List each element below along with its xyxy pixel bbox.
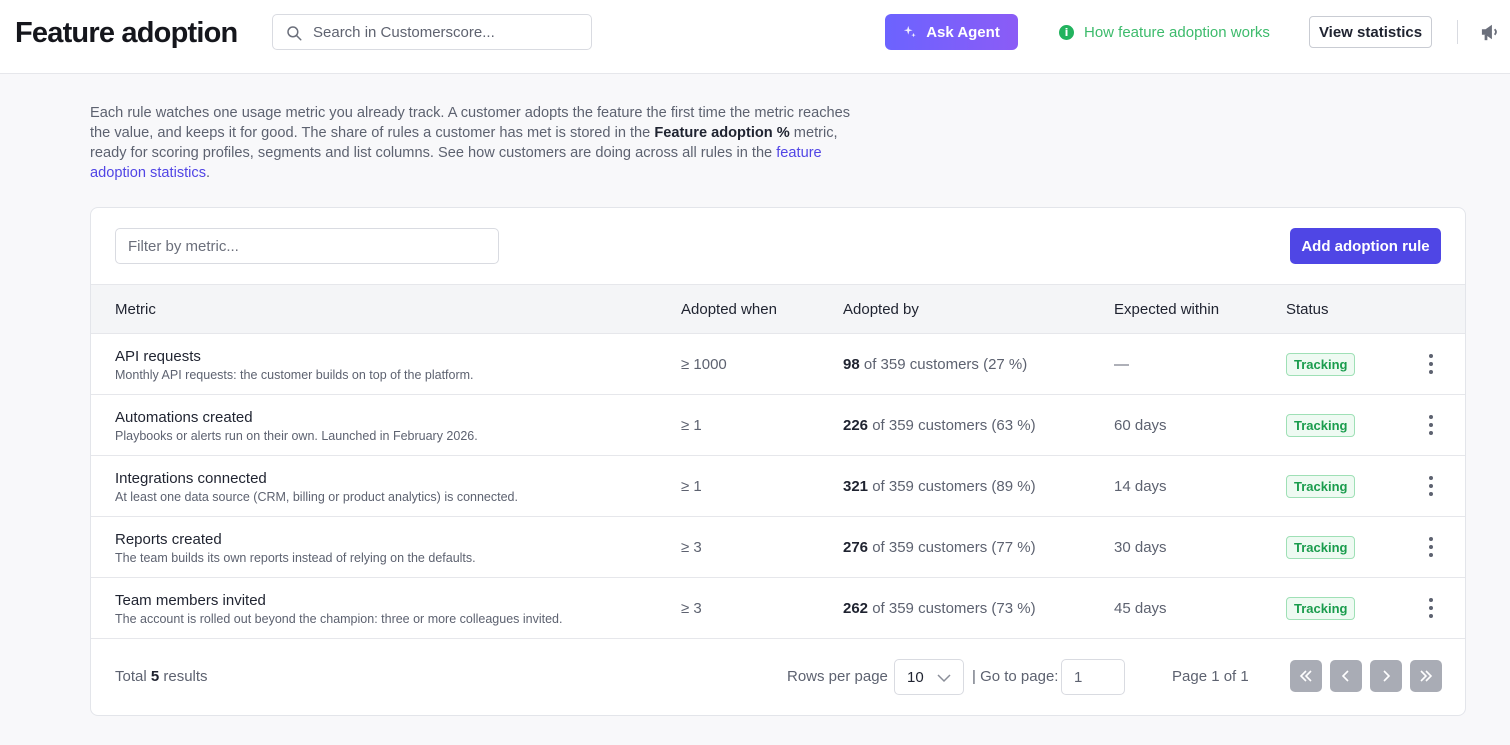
metric-description: The account is rolled out beyond the cha… xyxy=(115,612,563,626)
top-bar: Feature adoption Ask Agent i How feature… xyxy=(0,0,1510,74)
adopted-by: 262 of 359 customers (73 %) xyxy=(843,600,1036,618)
adopted-total: of 359 customers (77 %) xyxy=(868,539,1036,556)
adopted-count: 226 xyxy=(843,417,869,434)
kebab-menu-icon[interactable] xyxy=(1421,352,1441,376)
adopted-by: 276 of 359 customers (77 %) xyxy=(843,539,1036,557)
status-badge: Tracking xyxy=(1286,353,1356,376)
feature-adoption-metric-name: Feature adoption % xyxy=(654,125,790,141)
rows-per-page-value: 10 xyxy=(907,669,924,686)
chevron-right-icon xyxy=(1383,670,1391,682)
adopted-by: 226 of 359 customers (63 %) xyxy=(843,417,1036,435)
adopted-total: of 359 customers (89 %) xyxy=(868,478,1036,495)
adopted-when: ≥ 1000 xyxy=(681,356,727,373)
total-prefix: Total xyxy=(115,668,151,685)
kebab-menu-icon[interactable] xyxy=(1421,535,1441,559)
total-suffix: results xyxy=(159,668,208,685)
rows-per-page-label: Rows per page xyxy=(787,668,888,685)
next-page-button[interactable] xyxy=(1370,660,1402,692)
expected-within: 60 days xyxy=(1114,417,1167,434)
metric-name: API requests xyxy=(115,348,201,365)
column-header-metric[interactable]: Metric xyxy=(115,301,156,319)
megaphone-icon[interactable] xyxy=(1480,22,1502,42)
column-header-status[interactable]: Status xyxy=(1286,301,1329,319)
intro-text: Each rule watches one usage metric you a… xyxy=(90,103,870,183)
go-to-page-input[interactable] xyxy=(1061,659,1125,695)
rows-per-page-select[interactable]: 10 xyxy=(894,659,964,695)
adopted-when: ≥ 3 xyxy=(681,539,702,556)
filter-by-metric-input[interactable] xyxy=(115,228,499,264)
search-input[interactable] xyxy=(313,15,583,49)
add-adoption-rule-button[interactable]: Add adoption rule xyxy=(1290,228,1441,264)
view-statistics-button[interactable]: View statistics xyxy=(1309,16,1432,48)
adopted-total: of 359 customers (27 %) xyxy=(859,356,1028,373)
adopted-count: 276 xyxy=(843,539,869,556)
total-count: 5 xyxy=(150,668,160,685)
adopted-by: 321 of 359 customers (89 %) xyxy=(843,478,1036,496)
double-chevron-right-icon xyxy=(1420,670,1433,682)
metric-description: At least one data source (CRM, billing o… xyxy=(115,490,518,504)
metric-description: The team builds its own reports instead … xyxy=(115,551,476,565)
previous-page-button[interactable] xyxy=(1330,660,1362,692)
go-to-page-label: | Go to page: xyxy=(972,668,1059,685)
column-header-adopted-when[interactable]: Adopted when xyxy=(681,301,777,319)
expected-within: 14 days xyxy=(1114,478,1167,495)
search-icon xyxy=(287,26,302,41)
chevron-down-icon xyxy=(937,674,951,683)
page-title: Feature adoption xyxy=(15,17,238,49)
adopted-when: ≥ 1 xyxy=(681,417,702,434)
intro-end: . xyxy=(206,165,211,181)
kebab-menu-icon[interactable] xyxy=(1421,596,1441,620)
metric-description: Monthly API requests: the customer build… xyxy=(115,368,474,382)
column-header-adopted-by[interactable]: Adopted by xyxy=(843,301,919,319)
expected-within: 30 days xyxy=(1114,539,1167,556)
kebab-menu-icon[interactable] xyxy=(1421,413,1441,437)
chevron-left-icon xyxy=(1341,670,1349,682)
expected-within: 45 days xyxy=(1114,600,1167,617)
how-link-label: How feature adoption works xyxy=(1084,23,1270,41)
ask-agent-label: Ask Agent xyxy=(926,23,1000,41)
table-row[interactable]: Integrations connected At least one data … xyxy=(91,456,1465,517)
table-row[interactable]: Team members invited The account is rolle… xyxy=(91,578,1465,639)
metric-description: Playbooks or alerts run on their own. La… xyxy=(115,429,478,443)
metric-name: Reports created xyxy=(115,531,222,548)
expected-within: — xyxy=(1114,356,1129,373)
how-feature-adoption-works-link[interactable]: i How feature adoption works xyxy=(1059,22,1270,42)
page-indicator: Page 1 of 1 xyxy=(1172,668,1249,685)
double-chevron-left-icon xyxy=(1299,670,1312,682)
adopted-total: of 359 customers (73 %) xyxy=(868,600,1036,617)
last-page-button[interactable] xyxy=(1410,660,1442,692)
status-badge: Tracking xyxy=(1286,536,1356,559)
first-page-button[interactable] xyxy=(1290,660,1322,692)
adopted-when: ≥ 3 xyxy=(681,600,702,617)
metric-name: Automations created xyxy=(115,409,253,426)
divider xyxy=(1457,20,1458,44)
metric-name: Integrations connected xyxy=(115,470,267,487)
adoption-rules-card: Add adoption rule Metric Adopted when Ad… xyxy=(90,207,1466,716)
global-search[interactable] xyxy=(272,14,592,50)
table-row[interactable]: Automations created Playbooks or alerts r… xyxy=(91,395,1465,456)
adopted-by: 98 of 359 customers (27 %) xyxy=(843,356,1027,374)
ask-agent-button[interactable]: Ask Agent xyxy=(885,14,1018,50)
adopted-when: ≥ 1 xyxy=(681,478,702,495)
total-results: Total 5 results xyxy=(115,668,208,685)
status-badge: Tracking xyxy=(1286,597,1356,620)
sparkle-icon xyxy=(904,25,916,38)
table-row[interactable]: Reports created The team builds its own r… xyxy=(91,517,1465,578)
adopted-total: of 359 customers (63 %) xyxy=(868,417,1036,434)
info-icon: i xyxy=(1059,24,1074,40)
column-header-expected-within[interactable]: Expected within xyxy=(1114,301,1219,319)
kebab-menu-icon[interactable] xyxy=(1421,474,1441,498)
status-badge: Tracking xyxy=(1286,475,1356,498)
adopted-count: 98 xyxy=(843,356,860,373)
metric-name: Team members invited xyxy=(115,592,266,609)
adopted-count: 262 xyxy=(843,600,869,617)
table-header: Metric Adopted when Adopted by Expected … xyxy=(91,284,1465,334)
table-row[interactable]: API requests Monthly API requests: the cu… xyxy=(91,334,1465,395)
adopted-count: 321 xyxy=(843,478,869,495)
status-badge: Tracking xyxy=(1286,414,1356,437)
